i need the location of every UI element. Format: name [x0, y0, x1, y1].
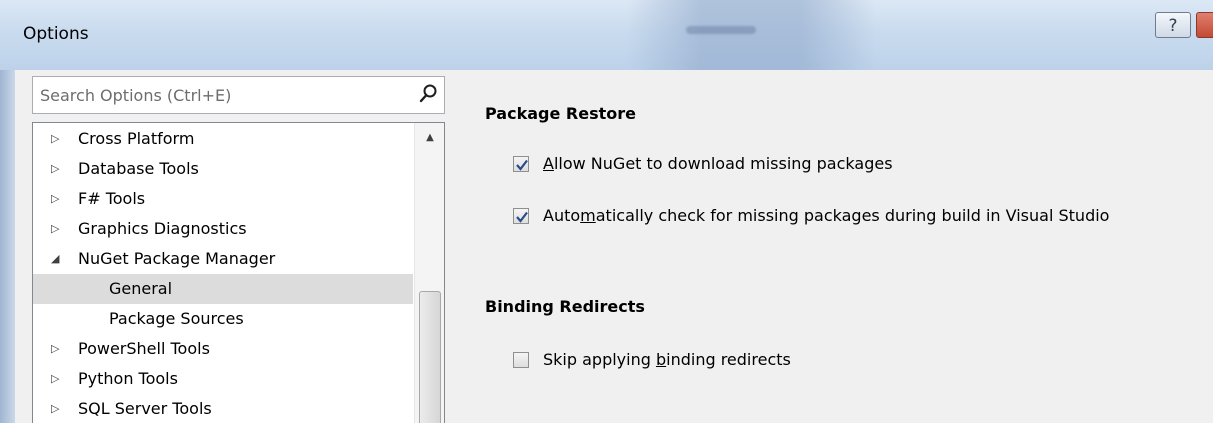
- tree-item-label: Package Sources: [109, 309, 244, 328]
- tree-item[interactable]: General: [33, 274, 413, 304]
- tree-scrollbar[interactable]: ▲: [414, 123, 444, 423]
- tree-item-label: General: [109, 279, 173, 298]
- search-input[interactable]: Search Options (Ctrl+E): [32, 76, 445, 114]
- tree-item[interactable]: ◢ NuGet Package Manager: [33, 244, 413, 274]
- allow-download-label-post: llow NuGet to download missing packages: [553, 154, 893, 173]
- skip-label-pre: Skip applying: [543, 350, 656, 369]
- options-dialog: Options ? Search Options (Ctrl+E) ▷ Cross…: [0, 0, 1213, 423]
- expand-arrow-icon[interactable]: ▷: [51, 214, 63, 244]
- tree-item-label: F# Tools: [78, 189, 146, 208]
- skip-accel: b: [655, 350, 667, 369]
- allow-download-checkbox[interactable]: [513, 156, 529, 172]
- auto-check-label-post: atically check for missing packages duri…: [595, 206, 1110, 225]
- auto-check-label[interactable]: Automatically check for missing packages…: [543, 206, 1109, 225]
- scroll-up-arrow-icon[interactable]: ▲: [415, 123, 444, 153]
- collapse-arrow-icon[interactable]: ◢: [51, 244, 63, 274]
- auto-check-label-pre: Auto: [543, 206, 581, 225]
- expand-arrow-icon[interactable]: ▷: [51, 184, 63, 214]
- background-window-blur: [626, 0, 876, 70]
- tree-item-label: Graphics Diagnostics: [78, 219, 247, 238]
- tree-item[interactable]: ▷ Graphics Diagnostics: [33, 214, 413, 244]
- expand-arrow-icon[interactable]: ▷: [51, 394, 63, 423]
- search-icon[interactable]: [419, 83, 439, 105]
- window-left-edge: [0, 70, 15, 423]
- tree-item-label: SQL Server Tools: [78, 399, 212, 418]
- blurred-text: [686, 26, 756, 34]
- expand-arrow-icon[interactable]: ▷: [51, 154, 63, 184]
- expand-arrow-icon[interactable]: ▷: [51, 364, 63, 394]
- tree-item[interactable]: ▷ PowerShell Tools: [33, 334, 413, 364]
- title-bar[interactable]: Options ?: [0, 0, 1213, 70]
- window-title: Options: [23, 24, 89, 44]
- help-button[interactable]: ?: [1155, 12, 1191, 38]
- search-placeholder: Search Options (Ctrl+E): [40, 86, 232, 105]
- package-restore-header: Package Restore: [485, 104, 636, 123]
- tree-item[interactable]: ▷ Database Tools: [33, 154, 413, 184]
- tree-item-label: Python Tools: [78, 369, 178, 388]
- tree-item[interactable]: ▷ SQL Server Tools: [33, 394, 413, 423]
- tree-item[interactable]: Package Sources: [33, 304, 413, 334]
- skip-binding-redirects-label[interactable]: Skip applying binding redirects: [543, 350, 791, 369]
- expand-arrow-icon[interactable]: ▷: [51, 334, 63, 364]
- allow-download-accel: A: [543, 154, 554, 173]
- tree-item[interactable]: ▷ F# Tools: [33, 184, 413, 214]
- tree-item[interactable]: ▷ Python Tools: [33, 364, 413, 394]
- expand-arrow-icon[interactable]: ▷: [51, 124, 63, 154]
- binding-redirects-header: Binding Redirects: [485, 297, 645, 316]
- tree-item[interactable]: ▷ Cross Platform: [33, 124, 413, 154]
- auto-check-checkbox[interactable]: [513, 208, 529, 224]
- skip-label-post: inding redirects: [666, 350, 791, 369]
- options-tree[interactable]: ▷ Cross Platform ▷ Database Tools ▷ F# Tools ▷…: [32, 122, 445, 423]
- close-button[interactable]: [1196, 12, 1213, 38]
- scroll-thumb[interactable]: [419, 291, 441, 423]
- allow-download-label[interactable]: Allow NuGet to download missing packages: [543, 154, 893, 173]
- tree-item-label: NuGet Package Manager: [78, 249, 276, 268]
- tree-item-label: Database Tools: [78, 159, 199, 178]
- tree-item-label: Cross Platform: [78, 129, 195, 148]
- skip-binding-redirects-checkbox[interactable]: [513, 352, 529, 368]
- tree-item-label: PowerShell Tools: [78, 339, 210, 358]
- auto-check-accel: m: [580, 206, 596, 225]
